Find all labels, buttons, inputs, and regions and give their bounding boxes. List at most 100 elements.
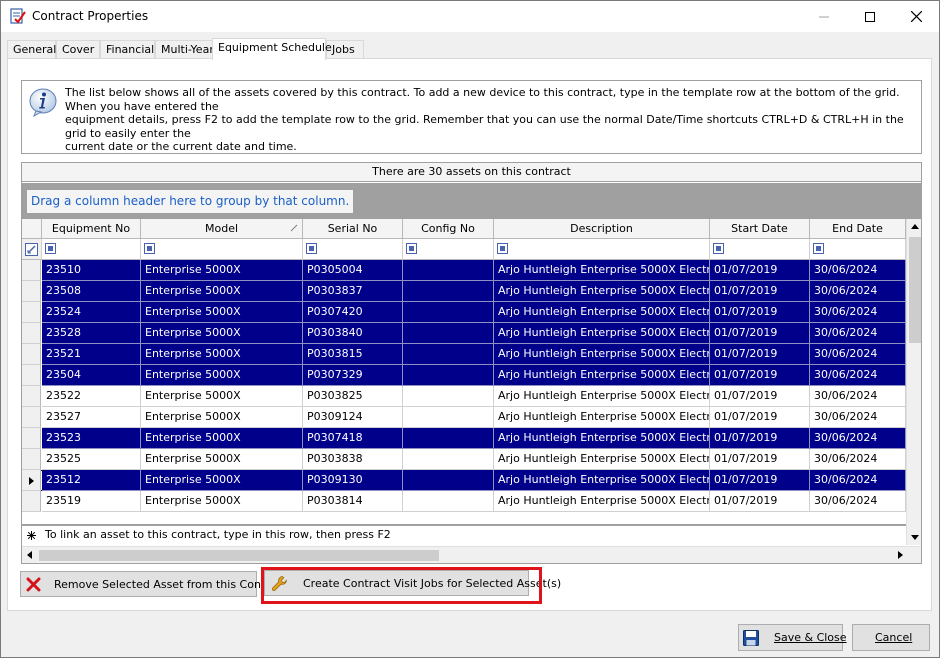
table-row[interactable]: 23521 Enterprise 5000X P0303815 Arjo Huntle… (22, 344, 906, 365)
column-header-serial-no[interactable]: Serial No (303, 219, 403, 239)
cell-config-no[interactable] (403, 470, 494, 491)
cell-model[interactable]: Enterprise 5000X (141, 386, 303, 407)
cell-config-no[interactable] (403, 260, 494, 281)
scroll-left-icon[interactable] (27, 551, 32, 559)
filter-checkbox[interactable] (144, 243, 155, 254)
filter-config-no[interactable] (403, 239, 494, 260)
cell-start-date[interactable]: 01/07/2019 (710, 302, 810, 323)
remove-asset-button[interactable]: Remove Selected Asset from this Contract (20, 571, 287, 597)
tab-financial[interactable]: Financial (100, 40, 155, 59)
cell-start-date[interactable]: 01/07/2019 (710, 281, 810, 302)
column-header-model[interactable]: Model (141, 219, 303, 239)
cell-start-date[interactable]: 01/07/2019 (710, 344, 810, 365)
cell-description[interactable]: Arjo Huntleigh Enterprise 5000X Electric (494, 302, 710, 323)
filter-start-date[interactable] (710, 239, 810, 260)
column-header-config-no[interactable]: Config No (403, 219, 494, 239)
cell-start-date[interactable]: 01/07/2019 (710, 407, 810, 428)
tab-general[interactable]: General (7, 40, 56, 59)
table-row[interactable]: 23523 Enterprise 5000X P0307418 Arjo Huntle… (22, 428, 906, 449)
group-by-area[interactable]: Drag a column header here to group by th… (22, 183, 921, 219)
save-close-button[interactable]: Save & Close (738, 624, 847, 651)
cell-description[interactable]: Arjo Huntleigh Enterprise 5000X Electric (494, 449, 710, 470)
table-row[interactable]: 23504 Enterprise 5000X P0307329 Arjo Huntle… (22, 365, 906, 386)
vertical-scrollbar[interactable] (906, 219, 921, 545)
row-indicator[interactable] (22, 449, 41, 470)
column-header-description[interactable]: Description (494, 219, 710, 239)
cell-description[interactable]: Arjo Huntleigh Enterprise 5000X Electric (494, 491, 710, 512)
cell-start-date[interactable]: 01/07/2019 (710, 470, 810, 491)
row-indicator[interactable] (22, 260, 41, 281)
column-header-start-date[interactable]: Start Date (710, 219, 810, 239)
cell-end-date[interactable]: 30/06/2024 (810, 281, 906, 302)
cell-serial-no[interactable]: P0303837 (303, 281, 403, 302)
maximize-button[interactable] (847, 1, 893, 32)
cell-serial-no[interactable]: P0303838 (303, 449, 403, 470)
cell-description[interactable]: Arjo Huntleigh Enterprise 5000X Electric (494, 260, 710, 281)
scroll-right-icon[interactable] (898, 551, 903, 559)
cell-model[interactable]: Enterprise 5000X (141, 365, 303, 386)
filter-model[interactable] (141, 239, 303, 260)
cell-start-date[interactable]: 01/07/2019 (710, 365, 810, 386)
cell-end-date[interactable]: 30/06/2024 (810, 449, 906, 470)
row-indicator[interactable] (22, 281, 41, 302)
horizontal-scrollbar[interactable] (22, 546, 921, 563)
new-asset-template-row[interactable]: To link an asset to this contract, type … (22, 524, 906, 545)
filter-checkbox[interactable] (45, 243, 56, 254)
cell-end-date[interactable]: 30/06/2024 (810, 386, 906, 407)
filter-equipment-no[interactable] (42, 239, 141, 260)
filter-checkbox[interactable] (497, 243, 508, 254)
cell-equipment-no[interactable]: 23528 (42, 323, 141, 344)
cell-description[interactable]: Arjo Huntleigh Enterprise 5000X Electric (494, 386, 710, 407)
row-indicator[interactable] (22, 365, 41, 386)
cell-config-no[interactable] (403, 344, 494, 365)
filter-checkbox[interactable] (713, 243, 724, 254)
cell-model[interactable]: Enterprise 5000X (141, 449, 303, 470)
table-row[interactable]: 23525 Enterprise 5000X P0303838 Arjo Huntle… (22, 449, 906, 470)
row-indicator[interactable] (22, 491, 41, 512)
cell-model[interactable]: Enterprise 5000X (141, 302, 303, 323)
cell-start-date[interactable]: 01/07/2019 (710, 428, 810, 449)
cell-start-date[interactable]: 01/07/2019 (710, 323, 810, 344)
cell-config-no[interactable] (403, 302, 494, 323)
cell-equipment-no[interactable]: 23510 (42, 260, 141, 281)
cell-serial-no[interactable]: P0309130 (303, 470, 403, 491)
cell-config-no[interactable] (403, 386, 494, 407)
row-indicator[interactable] (22, 323, 41, 344)
cell-start-date[interactable]: 01/07/2019 (710, 260, 810, 281)
filter-checkbox[interactable] (306, 243, 317, 254)
table-row[interactable]: 23512 Enterprise 5000X P0309130 Arjo Huntle… (22, 470, 906, 491)
cell-end-date[interactable]: 30/06/2024 (810, 407, 906, 428)
cancel-button[interactable]: Cancel (852, 624, 930, 651)
cell-equipment-no[interactable]: 23519 (42, 491, 141, 512)
cell-config-no[interactable] (403, 449, 494, 470)
cell-description[interactable]: Arjo Huntleigh Enterprise 5000X Electric (494, 470, 710, 491)
cell-model[interactable]: Enterprise 5000X (141, 407, 303, 428)
cell-serial-no[interactable]: P0307329 (303, 365, 403, 386)
cell-serial-no[interactable]: P0305004 (303, 260, 403, 281)
cell-description[interactable]: Arjo Huntleigh Enterprise 5000X Electric (494, 428, 710, 449)
filter-edit-button[interactable] (22, 239, 42, 260)
cell-config-no[interactable] (403, 323, 494, 344)
vertical-scroll-thumb[interactable] (909, 237, 921, 343)
table-row[interactable]: 23522 Enterprise 5000X P0303825 Arjo Huntle… (22, 386, 906, 407)
cell-config-no[interactable] (403, 407, 494, 428)
close-button[interactable] (893, 1, 939, 32)
cell-end-date[interactable]: 30/06/2024 (810, 365, 906, 386)
column-header-end-date[interactable]: End Date (810, 219, 906, 239)
cell-serial-no[interactable]: P0307420 (303, 302, 403, 323)
cell-serial-no[interactable]: P0303825 (303, 386, 403, 407)
cell-serial-no[interactable]: P0307418 (303, 428, 403, 449)
table-row[interactable]: 23519 Enterprise 5000X P0303814 Arjo Huntle… (22, 491, 906, 512)
filter-description[interactable] (494, 239, 710, 260)
scroll-up-icon[interactable] (911, 224, 919, 229)
row-indicator[interactable] (22, 386, 41, 407)
tab-cover[interactable]: Cover (56, 40, 100, 59)
cell-equipment-no[interactable]: 23527 (42, 407, 141, 428)
filter-end-date[interactable] (810, 239, 906, 260)
cell-equipment-no[interactable]: 23521 (42, 344, 141, 365)
cell-end-date[interactable]: 30/06/2024 (810, 260, 906, 281)
cell-end-date[interactable]: 30/06/2024 (810, 302, 906, 323)
row-indicator[interactable] (22, 470, 41, 491)
cell-equipment-no[interactable]: 23508 (42, 281, 141, 302)
cell-model[interactable]: Enterprise 5000X (141, 323, 303, 344)
